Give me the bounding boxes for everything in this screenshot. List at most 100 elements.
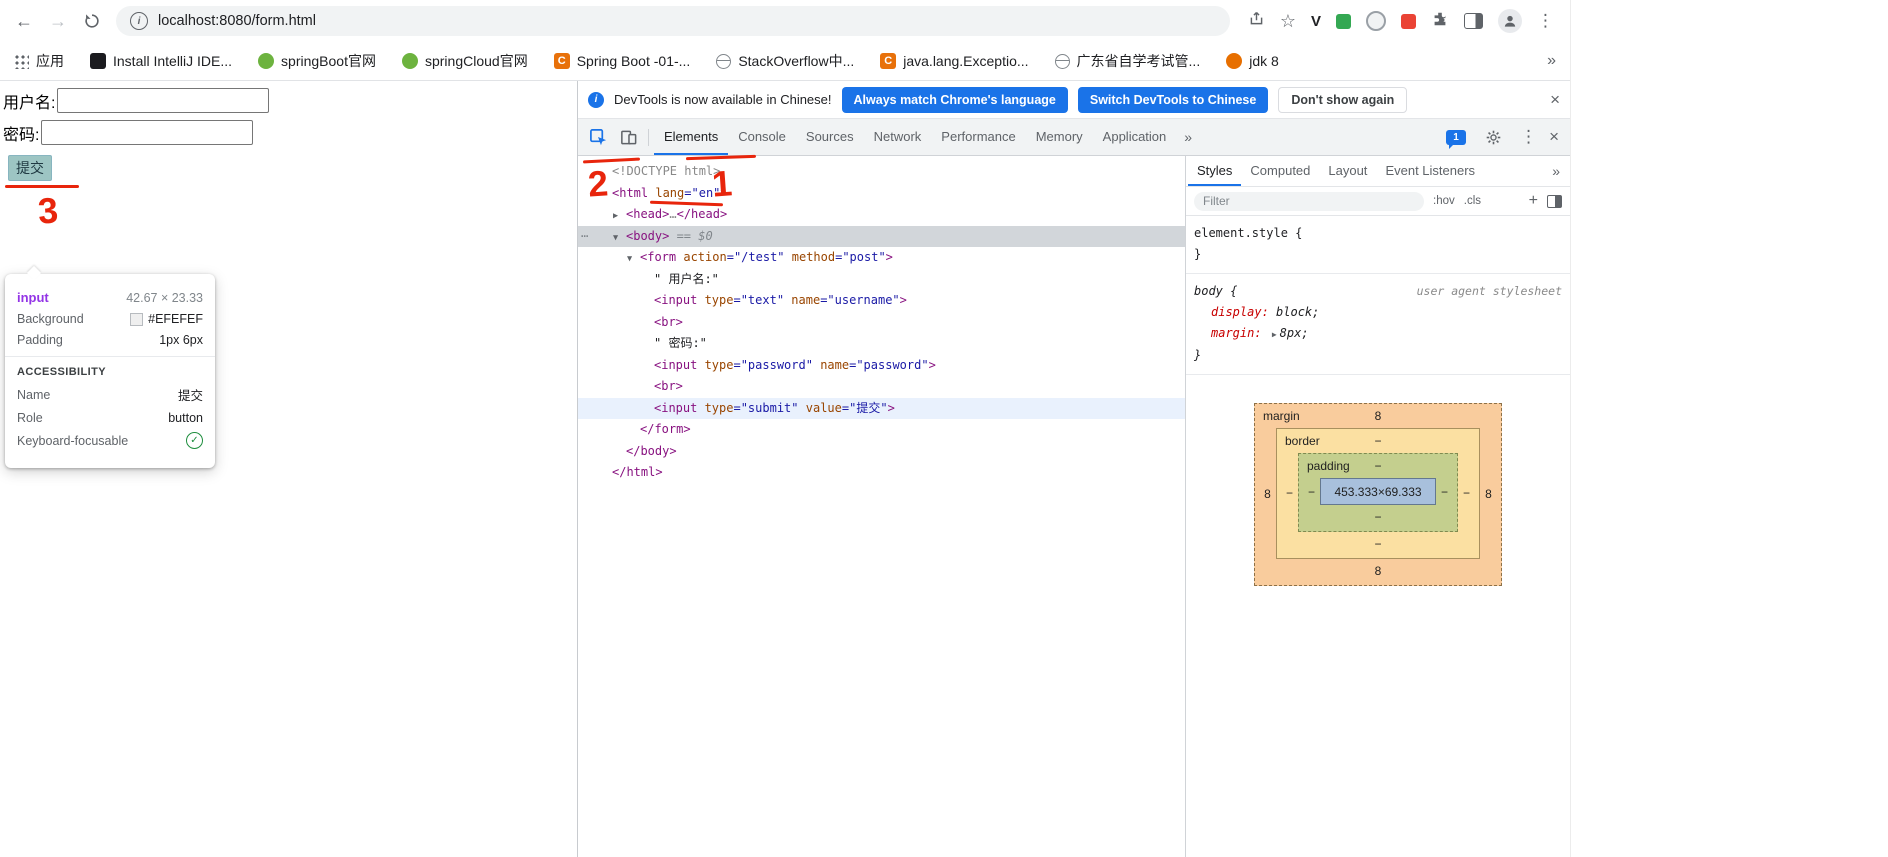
border-top-value[interactable]: − [1374, 434, 1381, 448]
reload-icon[interactable] [76, 5, 108, 37]
dom-tree-line[interactable]: </form> [578, 419, 1185, 441]
back-icon[interactable] [8, 5, 40, 37]
extension-green-icon[interactable] [1336, 13, 1351, 29]
padding-left-value[interactable]: − [1303, 485, 1320, 499]
tab-event-listeners[interactable]: Event Listeners [1376, 156, 1484, 186]
dom-tree-line[interactable]: " 用户名:" [578, 269, 1185, 291]
extension-v-icon[interactable] [1311, 13, 1321, 30]
new-style-rule-button[interactable]: + [1529, 192, 1538, 210]
dom-tree-line[interactable]: <br> [578, 376, 1185, 398]
tab-computed[interactable]: Computed [1241, 156, 1319, 186]
tab-console[interactable]: Console [728, 119, 796, 155]
tab-sources[interactable]: Sources [796, 119, 864, 155]
username-input[interactable] [57, 88, 270, 113]
dom-tree-line[interactable]: ⋯ ▼ <body> == $0 [578, 225, 1185, 250]
bookmark-item[interactable]: 广东省自学考试管... [1054, 51, 1200, 71]
tab-network[interactable]: Network [864, 119, 932, 155]
tab-elements[interactable]: Elements [654, 119, 728, 155]
dom-tree-line[interactable]: " 密码:" [578, 333, 1185, 355]
tab-application[interactable]: Application [1093, 119, 1177, 155]
border-bottom-value[interactable]: − [1374, 537, 1381, 551]
expand-shorthand-icon[interactable] [1272, 324, 1277, 345]
dom-tree-line[interactable]: <!DOCTYPE html> [578, 161, 1185, 183]
submit-button[interactable]: 提交 [8, 155, 52, 181]
device-toolbar-icon[interactable] [613, 124, 643, 150]
dom-tree-line[interactable]: <input type="submit" value="提交"> [578, 397, 1185, 419]
bookmark-item[interactable]: 应用 [14, 51, 64, 71]
password-input[interactable] [41, 120, 254, 145]
padding-top-value[interactable]: − [1374, 459, 1381, 473]
bookmark-item[interactable]: springCloud官网 [401, 51, 528, 71]
address-bar[interactable]: localhost:8080/form.html [116, 6, 1230, 36]
padding-right-value[interactable]: − [1436, 485, 1453, 499]
settings-gear-icon[interactable] [1478, 124, 1508, 150]
margin-right-value[interactable]: 8 [1480, 487, 1497, 501]
site-info-icon[interactable] [130, 12, 148, 30]
dom-tree-line[interactable]: <br> [578, 312, 1185, 334]
cls-toggle-button[interactable]: .cls [1464, 195, 1481, 207]
bookmark-item[interactable]: springBoot官网 [258, 51, 376, 71]
box-model-content[interactable]: 453.333×69.333 [1320, 478, 1436, 505]
element-style-selector[interactable]: element.style { [1194, 223, 1562, 244]
share-icon[interactable] [1248, 10, 1265, 32]
more-actions-icon[interactable]: ⋯ [581, 226, 588, 248]
bookmark-item[interactable]: StackOverflow中... [716, 51, 854, 71]
tab-layout[interactable]: Layout [1319, 156, 1376, 186]
extension-red-icon[interactable] [1401, 13, 1416, 29]
border-right-value[interactable]: − [1458, 486, 1475, 500]
bookmark-item[interactable]: C Spring Boot -01-... [553, 53, 690, 69]
side-panel-icon[interactable] [1464, 13, 1483, 29]
margin-top-value[interactable]: 8 [1375, 409, 1382, 423]
url-text[interactable]: localhost:8080/form.html [158, 13, 316, 29]
bookmark-item[interactable]: Install IntelliJ IDE... [90, 53, 232, 69]
console-messages-badge[interactable]: 1 [1446, 129, 1467, 149]
inspect-icon[interactable] [583, 124, 613, 150]
switch-to-chinese-button[interactable]: Switch DevTools to Chinese [1077, 86, 1269, 113]
css-property-margin[interactable]: margin: 8px; [1194, 323, 1562, 345]
bookmark-item[interactable]: jdk 8 [1226, 53, 1279, 69]
body-selector[interactable]: body { [1194, 281, 1237, 302]
devtools-kebab-icon[interactable] [1520, 127, 1537, 147]
dom-tree-line[interactable]: ▼ <form action="/test" method="post"> [578, 247, 1185, 269]
always-match-language-button[interactable]: Always match Chrome's language [841, 86, 1068, 113]
box-model-padding[interactable]: padding − − 453.333×69.333 − − [1298, 453, 1458, 532]
css-property-display[interactable]: display: block; [1194, 302, 1562, 323]
styles-filter-input[interactable] [1194, 191, 1424, 211]
margin-bottom-value[interactable]: 8 [1375, 564, 1382, 578]
annotation-number-1: 1 [710, 162, 734, 205]
profile-avatar-icon[interactable] [1498, 9, 1522, 33]
hov-toggle-button[interactable]: :hov [1433, 195, 1455, 207]
forward-icon[interactable] [42, 5, 74, 37]
devtools-close-icon[interactable] [1549, 127, 1559, 147]
computed-panel-toggle-icon[interactable] [1547, 194, 1562, 208]
expand-arrow-icon[interactable]: ▶ [613, 206, 626, 228]
tab-memory[interactable]: Memory [1026, 119, 1093, 155]
dom-tree-line[interactable]: ▶ <head>…</head> [578, 204, 1185, 226]
margin-left-value[interactable]: 8 [1259, 487, 1276, 501]
dom-tree-line[interactable]: </html> [578, 462, 1185, 484]
dom-tree-line[interactable]: </body> [578, 441, 1185, 463]
notification-close-icon[interactable] [1550, 90, 1560, 110]
collapse-arrow-icon[interactable]: ▼ [613, 228, 626, 250]
devtools-tabs-more-chevron[interactable]: » [1176, 129, 1200, 145]
extension-smiley-icon[interactable] [1366, 11, 1386, 31]
padding-bottom-value[interactable]: − [1374, 510, 1381, 524]
bookmark-item[interactable]: Cjava.lang.Exceptio... [880, 53, 1029, 69]
tab-styles[interactable]: Styles [1188, 156, 1241, 186]
box-model-margin[interactable]: margin 8 8 border − − padding − − 453.33… [1254, 403, 1502, 586]
dont-show-again-button[interactable]: Don't show again [1278, 86, 1408, 113]
dom-tree-line[interactable]: <input type="text" name="username"> [578, 290, 1185, 312]
extensions-puzzle-icon[interactable] [1431, 10, 1449, 33]
box-model-border[interactable]: border − − padding − − 453.333×69.333 − … [1276, 428, 1480, 559]
dom-tree-line[interactable]: <input type="password" name="password"> [578, 355, 1185, 377]
bookmarks-overflow-chevron[interactable]: » [1547, 52, 1556, 70]
menu-kebab-icon[interactable] [1537, 11, 1554, 31]
dom-tree: <!DOCTYPE html> <html lang="en"> ▶ <head>…<… [578, 156, 1185, 857]
collapse-arrow-icon[interactable]: ▼ [627, 249, 640, 271]
body-ua-rule[interactable]: body { user agent stylesheet display: bl… [1186, 274, 1570, 374]
bookmark-star-icon[interactable] [1280, 11, 1296, 32]
element-style-rule[interactable]: element.style { } [1186, 216, 1570, 273]
tab-performance[interactable]: Performance [931, 119, 1025, 155]
border-left-value[interactable]: − [1281, 486, 1298, 500]
styles-tabs-more-chevron[interactable]: » [1544, 163, 1568, 179]
